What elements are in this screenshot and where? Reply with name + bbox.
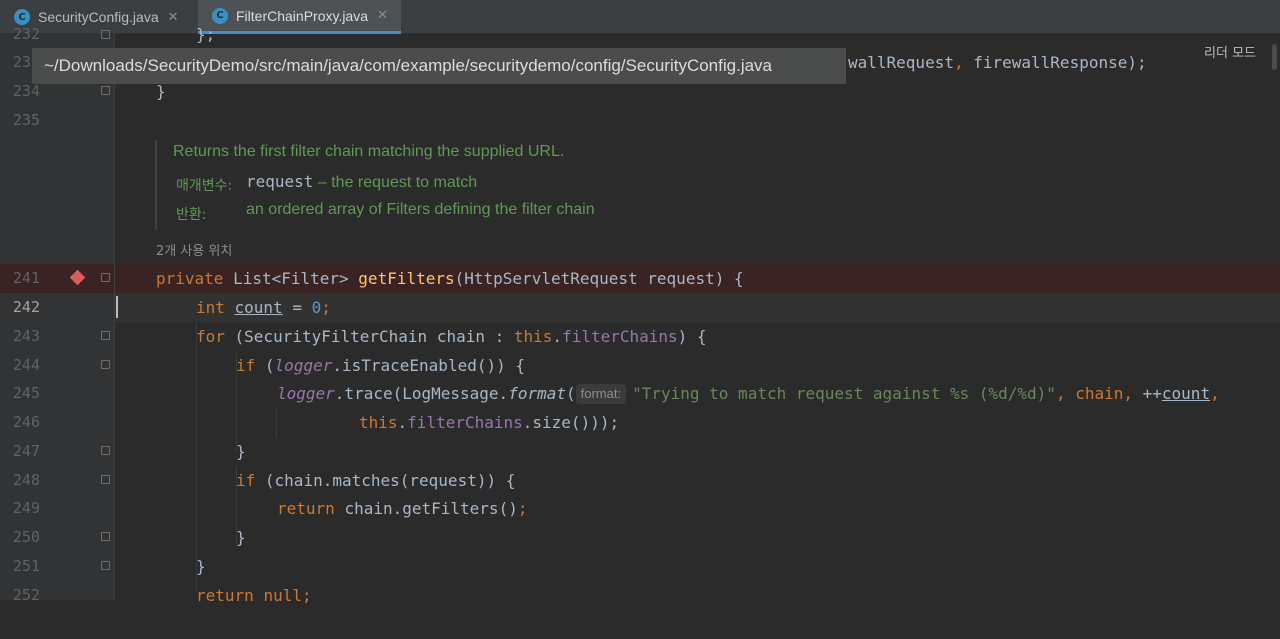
code-token: int [196,298,235,317]
fold-icon[interactable] [101,532,110,541]
code-token: if [236,356,265,375]
code-token: private [156,269,234,288]
code-line-248[interactable]: if (chain.matches(request)) { [115,466,1280,495]
code-token: .trace(LogMessage. [334,384,509,403]
line-number: 242 [12,298,40,316]
code-token: logger [277,384,335,403]
line-number: 252 [12,586,40,604]
line-number: 247 [12,442,40,460]
code-token: return [196,586,264,605]
code-line-243[interactable]: for (SecurityFilterChain chain : this.fi… [115,322,1280,351]
doc-param-description: – the request to match [313,174,478,191]
code-token: . [397,413,408,432]
line-number: 250 [12,528,40,546]
fold-icon[interactable] [101,561,110,570]
code-line-249[interactable]: return chain.getFilters(); [115,494,1280,523]
code-token: this [513,327,553,346]
code-token: chain.getFilters() [344,499,518,518]
code-token: count [234,298,283,317]
code-token: return [277,499,345,518]
code-token: , [1210,384,1220,403]
code-token: ; [321,298,331,317]
code-token: wallRequest [848,53,954,72]
code-token: format [508,384,566,403]
reader-mode-toggle[interactable]: 리더 모드 [1204,42,1256,61]
fold-icon[interactable] [101,446,110,455]
doc-return-label: 반환: [176,207,207,223]
code-token: (chain.matches(request)) { [264,471,516,490]
doc-param-name: request [246,172,314,191]
line-number: 235 [12,111,40,129]
code-token: ; [517,499,528,518]
code-line-247[interactable]: } [115,437,1280,466]
code-line-252[interactable]: return null; [115,581,1280,610]
code-token: , [953,53,974,72]
file-path-tooltip: ~/Downloads/SecurityDemo/src/main/java/c… [32,48,846,84]
code-token: filterChains [407,413,523,432]
code-token: filterChains [562,327,678,346]
code-token: ( [565,384,576,403]
code-line-250[interactable]: } [115,523,1280,552]
usages-hint[interactable]: 2개 사용 위치 [156,240,232,259]
code-token: count [1161,384,1211,403]
code-line-245[interactable]: logger.trace(LogMessage.format(format: "T… [115,379,1280,408]
code-token: = [282,298,312,317]
code-line-232[interactable]: }; [115,20,1280,49]
line-number: 248 [12,471,40,489]
fold-icon[interactable] [101,475,110,484]
text-cursor [116,296,118,318]
code-token: ( [264,356,275,375]
code-token: ++ [1142,384,1162,403]
parameter-hint: format: [575,384,627,404]
line-number: 249 [12,499,40,517]
code-line-244[interactable]: if (logger.isTraceEnabled()) { [115,351,1280,380]
line-number: 244 [12,356,40,374]
code-token: ; [301,586,312,605]
code-token: logger [274,356,333,375]
fold-icon[interactable] [101,360,110,369]
line-number: 241 [12,269,40,287]
code-token: firewallResponse); [973,53,1147,72]
code-token: null [263,586,302,605]
doc-param: request – the request to match [246,172,477,192]
doc-return-description: an ordered array of Filters defining the… [246,201,595,218]
code-token: getFilters [358,269,455,288]
code-token: ) { [677,327,707,346]
code-token: . [552,327,563,346]
fold-icon[interactable] [101,331,110,340]
code-token: .size())); [522,413,620,432]
code-line-251[interactable]: } [115,552,1280,581]
doc-comment-bar [155,140,157,230]
code-token: for [196,327,235,346]
code-token: , chain [1055,384,1124,403]
code-token: if [236,471,265,490]
code-line-241[interactable]: private List<Filter> getFilters(HttpServ… [115,264,1280,293]
code-line-246[interactable]: this.filterChains.size())); [115,408,1280,437]
code-line-242[interactable]: int count = 0; [115,293,1280,322]
line-number: 243 [12,327,40,345]
doc-summary: Returns the first filter chain matching … [173,143,565,160]
fold-icon[interactable] [101,30,110,39]
code-token: "Trying to match request against %s (%d/… [632,384,1056,403]
fold-icon[interactable] [101,86,110,95]
code-token: , [1123,384,1143,403]
doc-param-label: 매개변수: [176,178,233,194]
code-token: List<Filter> [233,269,359,288]
code-token: (SecurityFilterChain chain : [234,327,514,346]
code-token: this [359,413,398,432]
line-number: 245 [12,384,40,402]
vertical-scrollbar[interactable] [1272,44,1277,70]
line-number: 232 [12,25,40,43]
line-number: 251 [12,557,40,575]
code-token: (HttpServletRequest request) { [454,269,744,288]
code-token: 0 [311,298,322,317]
fold-icon[interactable] [101,273,110,282]
code-token: .isTraceEnabled()) { [332,356,525,375]
line-number: 246 [12,413,40,431]
